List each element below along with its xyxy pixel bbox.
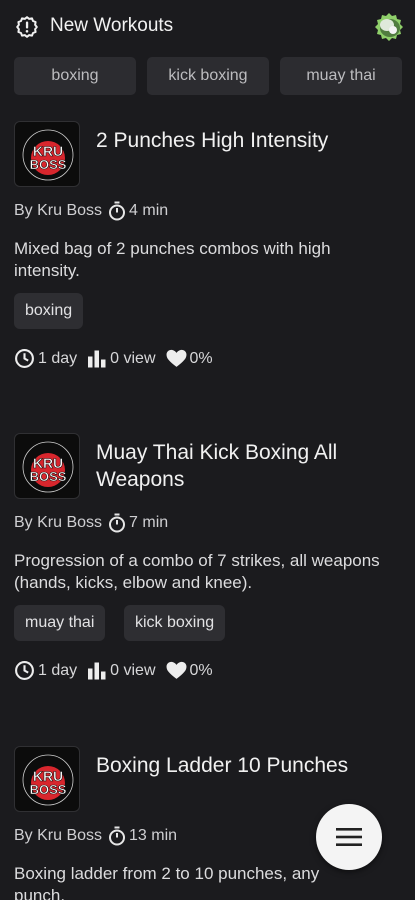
- age-label: 1 day: [38, 349, 78, 367]
- menu-icon: [336, 828, 362, 846]
- filter-bar: boxing kick boxing muay thai: [0, 57, 415, 95]
- workout-meta: By Kru Boss 13 min: [14, 826, 177, 846]
- workout-stats: 1 day 0 view 0%: [14, 660, 223, 681]
- workout-description: Mixed bag of 2 punches combos with high …: [14, 239, 331, 280]
- workout-tag[interactable]: kick boxing: [124, 605, 226, 641]
- likes-stat: 0%: [166, 349, 213, 368]
- age-stat: 1 day: [14, 348, 77, 369]
- bar-chart-icon: [88, 662, 106, 680]
- svg-text:BOSS: BOSS: [30, 469, 67, 484]
- app-screen: New Workouts boxing kick boxing muay tha…: [0, 0, 415, 900]
- heart-icon: [166, 661, 186, 679]
- page-title: New Workouts: [50, 15, 174, 36]
- workout-tag[interactable]: boxing: [14, 293, 84, 329]
- views-label: 0 view: [110, 661, 156, 679]
- stopwatch-icon: [109, 826, 126, 846]
- clock-icon: [15, 349, 34, 368]
- menu-fab-button[interactable]: [316, 804, 382, 870]
- workout-title[interactable]: Muay Thai Kick Boxing All Weapons: [96, 439, 396, 493]
- workout-meta: By Kru Boss 7 min: [14, 513, 168, 533]
- likes-label: 0%: [189, 661, 213, 679]
- likes-stat: 0%: [166, 661, 213, 680]
- kru-boss-logo: KRU BOSS: [14, 433, 80, 499]
- workout-description: Progression of a combo of 7 strikes, all…: [14, 551, 380, 592]
- workout-author: By Kru Boss: [14, 514, 103, 531]
- workout-description: Boxing ladder from 2 to 10 punches, any …: [14, 864, 320, 900]
- heart-icon: [166, 349, 186, 367]
- workout-meta: By Kru Boss 4 min: [14, 201, 168, 221]
- filter-chip-boxing[interactable]: boxing: [14, 57, 136, 95]
- kru-boss-logo: KRU BOSS: [14, 746, 80, 812]
- workout-author: By Kru Boss: [14, 827, 103, 844]
- stopwatch-icon: [109, 201, 126, 221]
- age-stat: 1 day: [14, 660, 77, 681]
- workout-duration: 4 min: [129, 202, 169, 219]
- svg-text:BOSS: BOSS: [30, 782, 67, 797]
- kru-boss-logo: KRU BOSS: [14, 121, 80, 187]
- workout-card[interactable]: KRU BOSS Muay Thai Kick Boxing All Weapo…: [0, 433, 415, 693]
- workout-author: By Kru Boss: [14, 202, 103, 219]
- likes-label: 0%: [189, 349, 213, 367]
- alert-circle-icon[interactable]: [14, 14, 40, 40]
- workout-title[interactable]: Boxing Ladder 10 Punches: [96, 752, 396, 779]
- workout-duration: 13 min: [129, 827, 178, 844]
- views-label: 0 view: [110, 349, 156, 367]
- svg-text:BOSS: BOSS: [30, 157, 67, 172]
- filter-chip-kick-boxing[interactable]: kick boxing: [147, 57, 269, 95]
- views-stat: 0 view: [87, 349, 156, 368]
- views-stat: 0 view: [87, 661, 156, 680]
- workout-duration: 7 min: [129, 514, 169, 531]
- user-avatar-icon[interactable]: [372, 10, 406, 44]
- app-header: New Workouts: [0, 0, 415, 56]
- filter-chip-muay-thai[interactable]: muay thai: [280, 57, 402, 95]
- workout-tag[interactable]: muay thai: [14, 605, 106, 641]
- age-label: 1 day: [38, 661, 78, 679]
- stopwatch-icon: [109, 513, 126, 533]
- clock-icon: [15, 661, 34, 680]
- workout-card[interactable]: KRU BOSS 2 Punches High Intensity By Kru…: [0, 121, 415, 381]
- workout-stats: 1 day 0 view 0%: [14, 348, 223, 369]
- workout-title[interactable]: 2 Punches High Intensity: [96, 127, 396, 154]
- bar-chart-icon: [88, 350, 106, 368]
